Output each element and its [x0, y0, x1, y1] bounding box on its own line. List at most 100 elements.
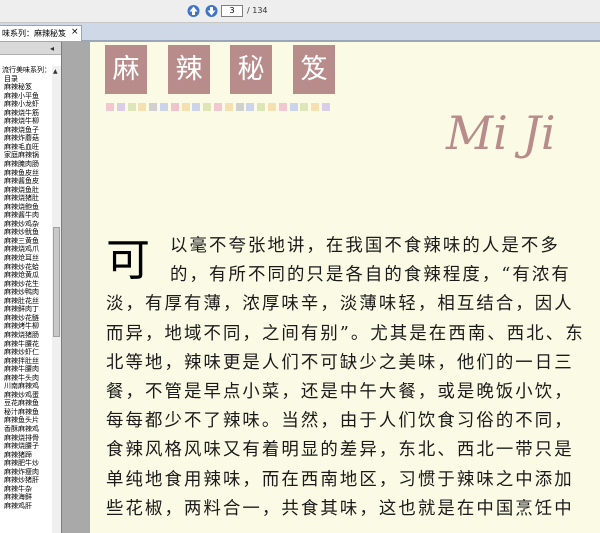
decorative-dot	[181, 103, 190, 111]
previous-page-button[interactable]	[187, 4, 200, 18]
bookmark-item[interactable]: 麻辣烧鸡爪	[2, 245, 57, 254]
bookmark-item[interactable]: 麻辣猪蹄	[2, 451, 57, 460]
bookmark-item[interactable]: 麻辣鲜肉丁	[2, 305, 57, 314]
tab-label: 味系列：麻辣秘笈	[2, 29, 66, 38]
bookmark-item[interactable]: 麻辣秘笈	[2, 83, 57, 92]
body-text-line: 的，有所不同的只是各自的食辣程度，“有浓有	[170, 265, 571, 286]
decorative-dot	[289, 103, 298, 111]
bookmark-tree: 流行美味系列： 目录 麻辣秘笈 麻辣小平鱼 麻辣小龙虾 麻辣烧牛筋 麻辣烧牛柳 麻辣烧鱼子 麻辣…	[2, 66, 57, 510]
bookmark-item[interactable]: 麻辣炒鸡杂	[2, 220, 57, 229]
decorative-dot	[278, 103, 287, 111]
bookmark-item[interactable]: 麻辣毛血旺	[2, 143, 57, 152]
down-arrow-icon	[205, 5, 218, 17]
bookmark-item[interactable]: 麻辣鱼皮丝	[2, 169, 57, 178]
bookmark-item[interactable]: 麻辣炝黄瓜	[2, 271, 57, 280]
bookmark-item[interactable]: 麻辣炒花鲢	[2, 314, 57, 323]
title-char-box: 麻	[105, 45, 147, 94]
body-text-line: 而异，地域不同，之间有别”。尤其是在西南、西北、东	[106, 323, 585, 344]
bookmark-item[interactable]: 麻辣牛头肉	[2, 374, 57, 383]
decorative-dot	[268, 103, 276, 111]
bookmark-item[interactable]: 麻辣烧牛筋	[2, 109, 57, 118]
bookmark-item[interactable]: 麻辣鱼头片	[2, 416, 57, 425]
bookmark-item[interactable]: 麻辣拌肚丝	[2, 357, 57, 366]
bookmark-item[interactable]: 麻辣肥牛炒	[2, 459, 57, 468]
collapse-panel-icon[interactable]: ◂	[50, 44, 54, 53]
bookmark-item[interactable]: 川南麻辣鸡	[2, 382, 57, 391]
title-char-box: 笈	[293, 45, 335, 94]
body-text-line: 淡，有厚有薄，浓厚味辛，淡薄味轻，相互结合，因人	[106, 294, 574, 315]
script-title-mi-ji: Mi Ji	[445, 106, 556, 160]
bookmark-item[interactable]: 麻辣炒花蛤	[2, 263, 57, 272]
body-text-line: 以毫不夸张地讲，在我国不食辣味的人是不多	[170, 236, 560, 256]
decorative-dot	[257, 103, 266, 111]
tab-document[interactable]: 味系列：麻辣秘笈 ×	[0, 25, 82, 41]
bookmark-item[interactable]: 麻辣肚花丝	[2, 297, 57, 306]
decorative-dot	[246, 103, 255, 111]
scroll-up-icon[interactable]: ▲	[53, 68, 58, 75]
bookmark-item[interactable]: 麻辣炒鱿鱼	[2, 228, 57, 237]
bookmark-item[interactable]: 麻辣炒鸡蛋	[2, 391, 57, 400]
script-title-text: Mi Ji	[445, 106, 556, 160]
bookmark-item[interactable]: 麻辣烧排骨	[2, 434, 57, 443]
sidebar-header: ◂	[0, 42, 61, 55]
bookmark-item[interactable]: 麻辣酱牛肉	[2, 211, 57, 220]
bookmark-item[interactable]: 麻辣海鲜	[2, 493, 57, 502]
bookmark-item[interactable]: 麻辣烧鱼肚	[2, 186, 57, 195]
bookmark-item[interactable]: 麻辣烧猪肠	[2, 331, 57, 340]
decorative-dot	[235, 103, 244, 111]
viewer-gutter	[62, 42, 90, 533]
decorative-dot	[116, 103, 125, 111]
bookmark-item[interactable]: 麻辣烧腰子	[2, 442, 57, 451]
decorative-dot	[127, 103, 136, 111]
bookmark-root[interactable]: 流行美味系列：	[2, 66, 57, 75]
decorative-dot	[106, 103, 114, 111]
bookmark-item[interactable]: 麻辣烧牛柳	[2, 117, 57, 126]
body-text-line: 餐，不管是早点小菜，还是中午大餐，或是晚饭小饮，	[106, 382, 574, 402]
title-char-box: 秘	[230, 45, 272, 94]
bookmark-item[interactable]: 麻辣腌肉肠	[2, 160, 57, 169]
bookmark-item[interactable]: 麻辣炒猪肝	[2, 476, 57, 485]
title-char-box: 辣	[168, 45, 210, 94]
bookmark-item[interactable]: 麻辣牛腰肉	[2, 365, 57, 374]
bookmark-item[interactable]: 麻辣烧鱼子	[2, 126, 57, 135]
decorative-dot	[214, 103, 222, 111]
bookmark-item[interactable]: 麻辣炝耳丝	[2, 254, 57, 263]
decorative-dot	[300, 103, 309, 111]
tab-bar: 味系列：麻辣秘笈 ×	[0, 23, 600, 41]
decorative-dot	[224, 103, 233, 111]
decorative-dot	[203, 103, 212, 111]
next-page-button[interactable]	[205, 4, 218, 18]
bookmark-item[interactable]: 麻辣炸蘑菇	[2, 134, 57, 143]
bookmark-item[interactable]: 麻辣小平鱼	[2, 92, 57, 101]
bookmark-item[interactable]: 麻辣牛杂	[2, 485, 57, 494]
page-number-input[interactable]: 3	[221, 5, 243, 17]
bookmark-item[interactable]: 麻辣酱鱼皮	[2, 177, 57, 186]
bookmark-item[interactable]: 麻辣烤牛柳	[2, 322, 57, 331]
document-page: 麻辣秘笈 Mi Ji 可 以毫不夸张地讲，在我国不食辣味的人是不多 的，有所不同的…	[90, 42, 600, 533]
bookmark-item[interactable]: 麻辣炒虾仁	[2, 348, 57, 357]
bookmark-item[interactable]: 麻辣牛腰花	[2, 340, 57, 349]
up-arrow-icon	[187, 5, 200, 17]
decorative-dot	[160, 103, 168, 111]
bookmark-item[interactable]: 香酥麻辣鸡	[2, 425, 57, 434]
bookmark-item[interactable]: 豆花麻辣鱼	[2, 399, 57, 408]
body-text-line: 些花椒，两料合一，共食其味，这也就是在中国烹饪中	[106, 498, 574, 519]
bookmark-item[interactable]: 麻辣小龙虾	[2, 100, 57, 109]
bookmark-item[interactable]: 麻辣炒鸭肉	[2, 288, 57, 297]
bookmark-item[interactable]: 麻辣炸瘦肉	[2, 468, 57, 477]
bookmark-item[interactable]: 麻辣鸡肝	[2, 502, 57, 511]
body-text-line: 每每都少不了辣味。当然，由于人们饮食习俗的不同，	[106, 411, 574, 432]
body-text-line: 北等地，辣味更是人们不可缺少之美味，他们的一日三	[106, 352, 574, 373]
bookmark-item[interactable]: 秘汁麻辣鱼	[2, 408, 57, 417]
scrollbar-thumb[interactable]	[53, 227, 60, 337]
bookmark-sidebar: ◂ 流行美味系列： 目录 麻辣秘笈 麻辣小平鱼 麻辣小龙虾 麻辣烧牛筋 麻辣烧牛柳 麻辣烧鱼子…	[0, 42, 62, 533]
bookmark-item[interactable]: 麻辣三黄鱼	[2, 237, 57, 246]
decorative-dot	[192, 103, 201, 111]
close-icon[interactable]: ×	[71, 27, 79, 37]
bookmark-item[interactable]: 家庭麻辣锅	[2, 151, 57, 160]
page-total-label: / 134	[247, 6, 268, 15]
bookmark-item[interactable]: 目录	[2, 75, 57, 84]
bookmark-item[interactable]: 麻辣烧鲍鱼	[2, 203, 57, 212]
bookmark-item[interactable]: 麻辣炒花生	[2, 280, 57, 289]
bookmark-item[interactable]: 麻辣烧猪肚	[2, 194, 57, 203]
